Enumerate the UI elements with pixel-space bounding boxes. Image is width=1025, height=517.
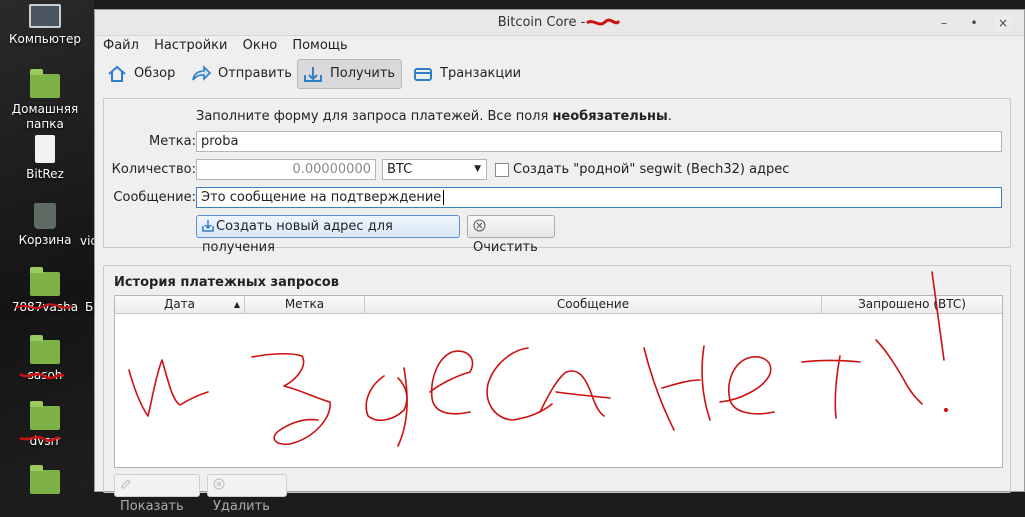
menu-file[interactable]: Файл [103,36,139,56]
create-address-button[interactable]: Создать новый адрес для получения [196,215,460,255]
desktop-icon-label: Домашняя папка [11,102,79,131]
transactions-card-icon [414,67,432,81]
tab-label: Получить [330,66,396,81]
column-header-date[interactable]: Дата ▲ [115,296,245,313]
tab-receive[interactable]: Получить [297,59,403,89]
redaction-scribble [15,303,73,309]
folder-icon [30,465,60,494]
redaction-scribble [19,372,65,380]
table-header: Дата ▲ Метка Сообщение Запрошено (BTC) [115,296,1002,314]
folder-icon [30,267,60,296]
segwit-checkbox[interactable] [495,163,509,177]
trash-icon [34,203,56,229]
tab-send[interactable]: Отправить [185,59,299,89]
history-table[interactable]: Дата ▲ Метка Сообщение Запрошено (BTC) [114,295,1003,468]
remove-button[interactable]: Удалить [207,474,287,514]
label-field-label: Метка: [149,134,196,149]
folder-icon [30,335,60,364]
menu-settings[interactable]: Настройки [154,36,227,56]
form-hint: Заполните форму для запроса платежей. Вс… [196,109,672,124]
message-input[interactable]: Это сообщение на подтверждение [196,187,1002,208]
desktop-icon-label: BitRez [26,167,64,181]
desktop-icon-bitrez[interactable]: BitRez [0,135,90,182]
text-cursor [443,190,449,205]
amount-field-label: Количество: [111,162,196,177]
desktop-icon-label: Компьютер [9,32,81,46]
menu-window[interactable]: Окно [243,36,278,56]
desktop-icon-computer[interactable]: Компьютер [0,4,90,47]
receive-inbox-icon [304,66,322,82]
tab-label: Отправить [218,66,292,81]
app-window: Bitcoin Core - – • × Файл Настройки Окно… [94,9,1025,514]
pencil-icon [121,479,131,489]
send-arrow-icon [192,64,212,81]
history-title: История платежных запросов [114,275,339,290]
column-header-amount[interactable]: Запрошено (BTC) [822,296,1002,313]
menu-help[interactable]: Помощь [292,36,347,56]
column-header-message[interactable]: Сообщение [365,296,822,313]
toolbar: Обзор Отправить Получить Транзакции [95,56,1024,92]
desktop-icon-folder-4[interactable] [0,465,90,498]
unit-select[interactable]: BTC ▼ [382,159,487,180]
desktop-icon-home[interactable]: Домашняя папка [0,69,90,132]
tab-label: Обзор [134,66,176,81]
column-header-label[interactable]: Метка [245,296,365,313]
redaction-scribble [19,436,61,442]
payment-requests-history: История платежных запросов Дата ▲ Метка С… [103,265,1011,514]
clear-button[interactable]: Очистить [467,215,555,255]
message-field-label: Сообщение: [113,190,196,205]
home-icon [108,65,126,82]
amount-input[interactable]: 0.00000000 [196,159,376,180]
show-button[interactable]: Показать [114,474,200,514]
maximize-button[interactable]: • [965,14,983,32]
desktop-icon-trash[interactable]: Корзина [0,203,90,248]
minimize-button[interactable]: – [935,14,953,32]
receive-inbox-icon [202,220,214,232]
tab-label: Транзакции [440,66,522,81]
unit-select-value: BTC [387,162,413,177]
label-input[interactable]: proba [196,131,1002,152]
sort-ascending-icon: ▲ [233,300,240,309]
redaction-scribble [586,18,621,25]
title-bar[interactable]: Bitcoin Core - – • × [95,10,1024,36]
folder-icon [30,401,60,430]
desktop-icon-label: Корзина [18,233,72,247]
chevron-down-icon: ▼ [474,164,481,174]
tab-transactions[interactable]: Транзакции [407,59,528,89]
computer-icon [29,4,61,28]
segwit-checkbox-label: Создать "родной" segwit (Bech32) адрес [513,162,790,177]
clear-circle-x-icon [473,219,486,232]
file-icon [35,135,55,163]
folder-icon [30,69,60,98]
request-form: Заполните форму для запроса платежей. Вс… [103,98,1011,255]
desktop: Компьютер Домашняя папка BitRez Корзина … [0,0,101,494]
menu-bar: Файл Настройки Окно Помощь [95,36,1024,56]
remove-circle-x-icon [213,478,225,490]
close-button[interactable]: × [994,14,1012,32]
tab-overview[interactable]: Обзор [101,59,182,89]
window-title: Bitcoin Core - [95,15,1024,30]
